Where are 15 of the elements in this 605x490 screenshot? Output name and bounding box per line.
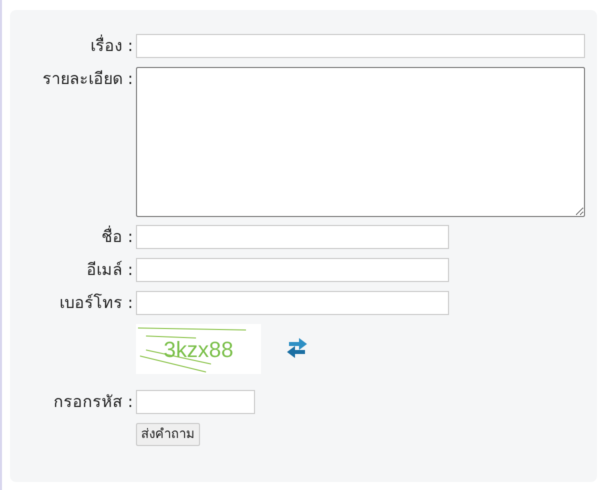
captcha-code: 3kzx88: [164, 336, 234, 364]
field-label: อีเมล์ :: [86, 260, 133, 279]
text-field[interactable]: [136, 34, 585, 58]
field-label: ชื่อ :: [102, 227, 133, 246]
text-field[interactable]: [136, 258, 449, 282]
field-label: เบอร์โทร :: [60, 293, 133, 312]
refresh-icon[interactable]: [285, 336, 309, 360]
field-label: รายละเอียด :: [42, 69, 133, 88]
code-field[interactable]: [136, 390, 255, 414]
text-field[interactable]: [136, 291, 449, 315]
field-label: เรื่อง :: [90, 36, 133, 55]
submit-button[interactable]: ส่งคำถาม: [136, 423, 200, 446]
details-textarea[interactable]: [136, 67, 585, 217]
text-field[interactable]: [136, 225, 449, 249]
field-label: กรอกรหัส :: [54, 392, 133, 411]
